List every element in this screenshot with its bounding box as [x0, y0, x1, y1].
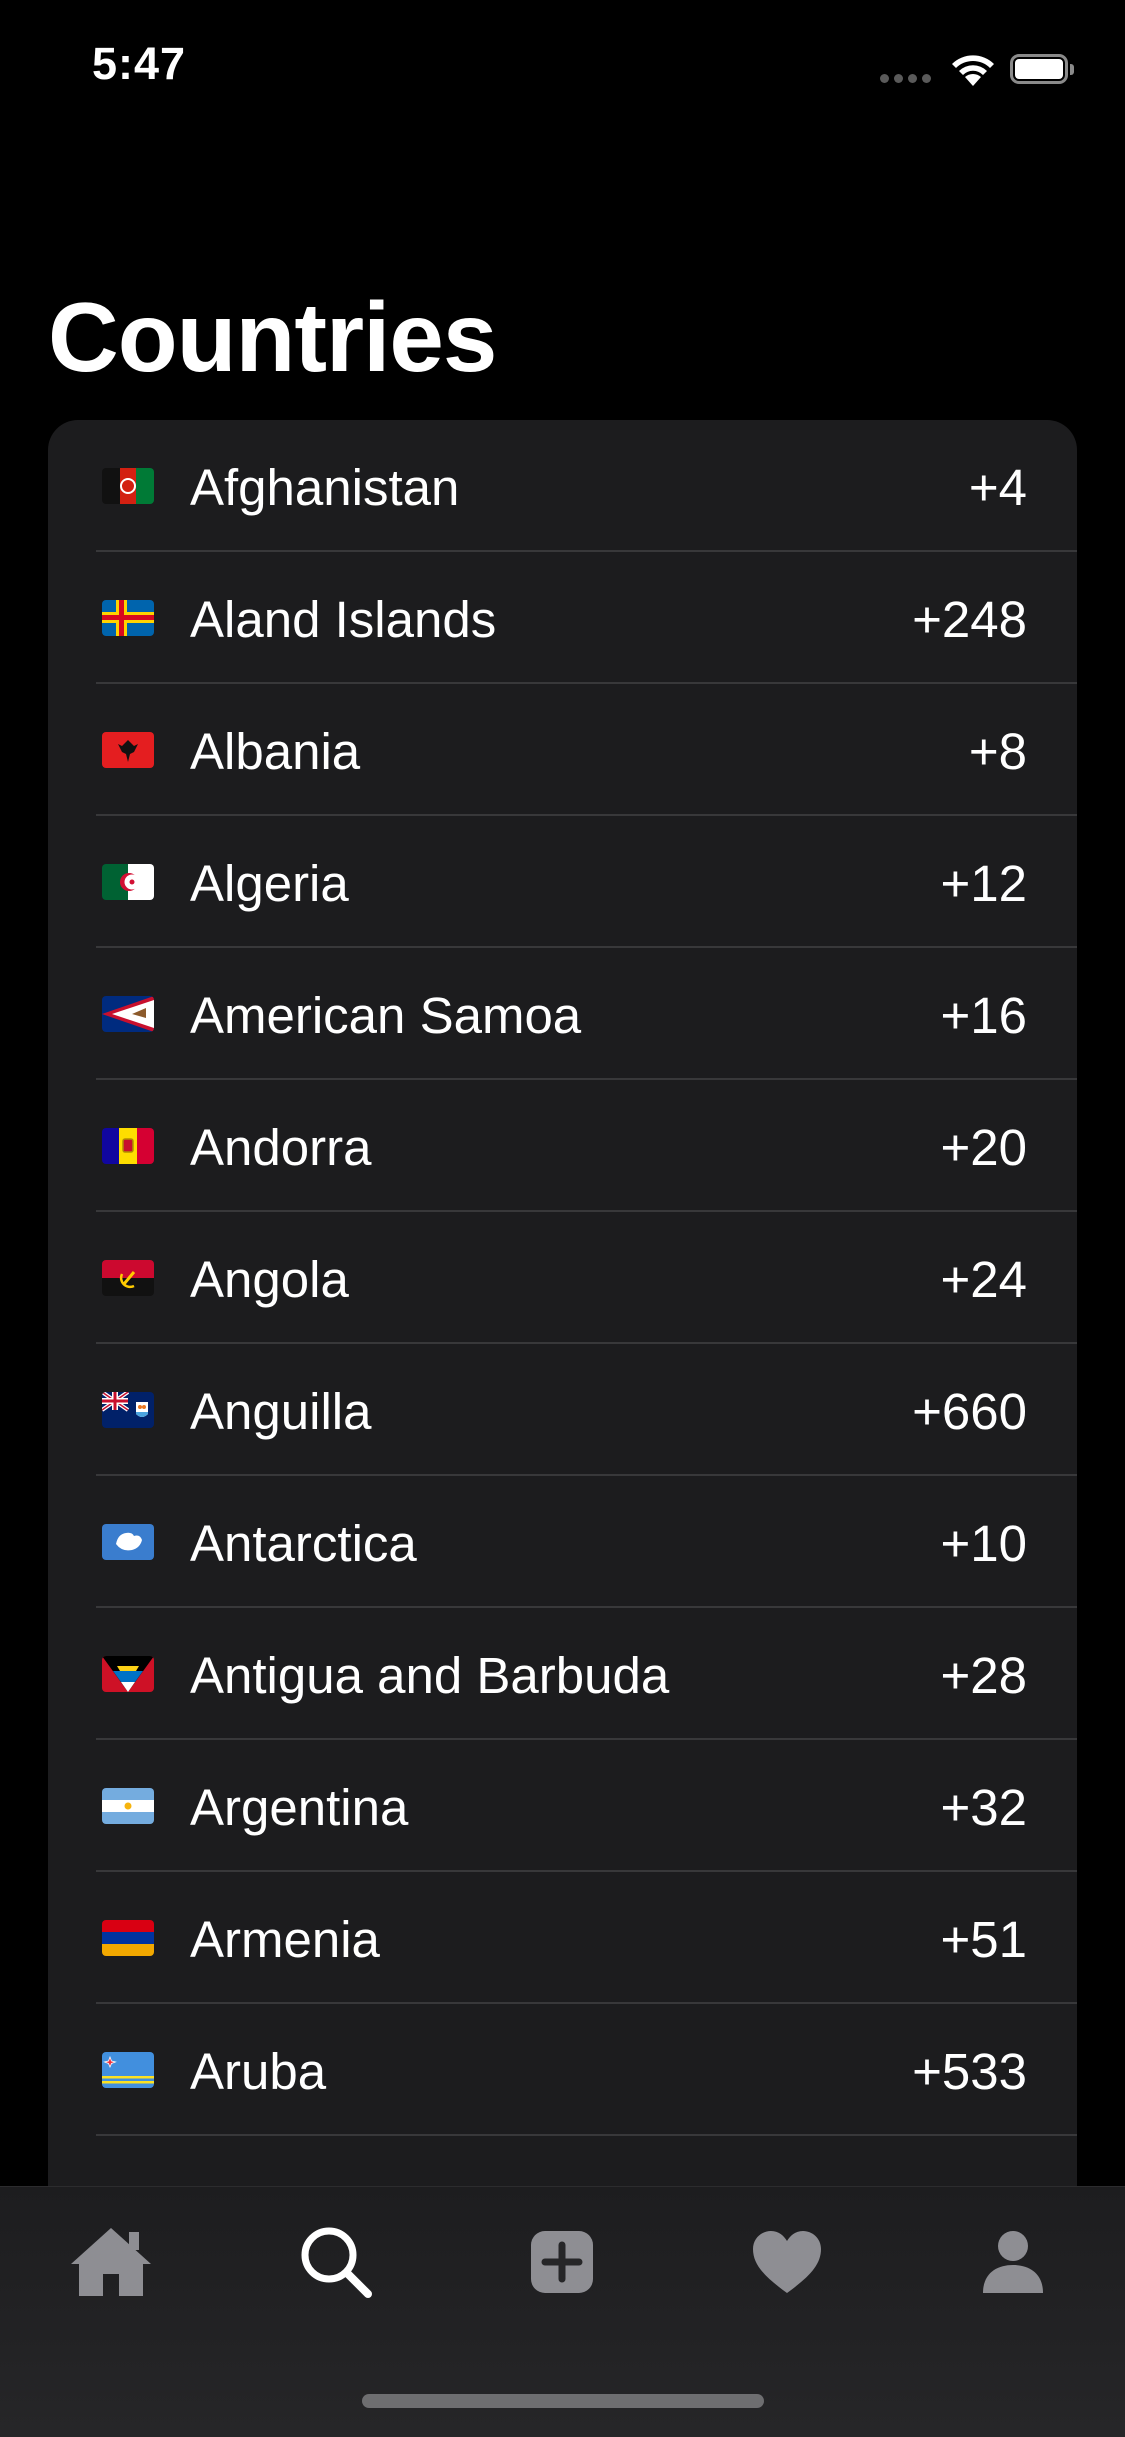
search-icon — [301, 2227, 372, 2298]
country-name: Angola — [190, 1251, 349, 1308]
country-row-armenia[interactable]: Armenia +51 — [48, 1872, 1077, 2004]
dial-code: +28 — [940, 1647, 1027, 1704]
country-name: Anguilla — [190, 1383, 372, 1440]
andorra-flag-icon — [102, 1128, 154, 1164]
aruba-flag-icon — [102, 2052, 154, 2088]
status-time: 5:47 — [92, 38, 187, 89]
heart-icon — [753, 2231, 821, 2293]
country-row-aruba[interactable]: Aruba +533 — [48, 2004, 1077, 2136]
country-row-albania[interactable]: Albania +8 — [48, 684, 1077, 816]
wifi-icon — [948, 50, 998, 86]
afghanistan-flag-icon — [102, 468, 154, 504]
angola-flag-icon — [102, 1260, 154, 1296]
profile-icon — [983, 2231, 1043, 2293]
algeria-flag-icon — [102, 864, 154, 900]
dial-code: +24 — [940, 1251, 1027, 1308]
country-row-andorra[interactable]: Andorra +20 — [48, 1080, 1077, 1212]
tab-home[interactable] — [51, 2207, 171, 2317]
dial-code: +16 — [940, 987, 1027, 1044]
status-bar: 5:47 — [0, 0, 1125, 132]
add-icon — [531, 2231, 593, 2293]
dial-code: +12 — [940, 855, 1027, 912]
armenia-flag-icon — [102, 1920, 154, 1956]
dial-code: +8 — [968, 723, 1027, 780]
american-samoa-flag-icon — [102, 996, 154, 1032]
country-name: Antigua and Barbuda — [190, 1647, 670, 1704]
dial-code: +20 — [940, 1119, 1027, 1176]
dial-code: +10 — [940, 1515, 1027, 1572]
country-name: Algeria — [190, 855, 349, 912]
dial-code: +32 — [940, 1779, 1027, 1836]
dial-code: +533 — [912, 2043, 1027, 2100]
country-row-afghanistan[interactable]: Afghanistan +4 — [48, 420, 1077, 552]
albania-flag-icon — [102, 732, 154, 768]
country-name: Andorra — [190, 1119, 372, 1176]
tab-add[interactable] — [502, 2207, 622, 2317]
dial-code: +51 — [940, 1911, 1027, 1968]
country-row-argentina[interactable]: Argentina +32 — [48, 1740, 1077, 1872]
row-separator — [96, 2134, 1077, 2136]
page-title: Countries — [48, 282, 497, 392]
country-row-aland-islands[interactable]: Aland Islands +248 — [48, 552, 1077, 684]
country-row-angola[interactable]: Angola +24 — [48, 1212, 1077, 1344]
country-row-antigua-barbuda[interactable]: Antigua and Barbuda +28 — [48, 1608, 1077, 1740]
country-name: American Samoa — [190, 987, 582, 1044]
country-list[interactable]: Afghanistan +4 Aland Islands +248 Albani… — [48, 420, 1077, 2320]
antigua-barbuda-flag-icon — [102, 1656, 154, 1692]
home-icon — [71, 2228, 151, 2296]
country-row-anguilla[interactable]: Anguilla +660 — [48, 1344, 1077, 1476]
country-name: Armenia — [190, 1911, 380, 1968]
country-name: Albania — [190, 723, 361, 780]
country-name: Argentina — [190, 1779, 409, 1836]
country-row-american-samoa[interactable]: American Samoa +16 — [48, 948, 1077, 1080]
country-name: Antarctica — [190, 1515, 417, 1572]
anguilla-flag-icon — [102, 1392, 154, 1428]
country-row-algeria[interactable]: Algeria +12 — [48, 816, 1077, 948]
tab-profile[interactable] — [953, 2207, 1073, 2317]
country-name: Aland Islands — [190, 591, 497, 648]
argentina-flag-icon — [102, 1788, 154, 1824]
tab-favorites[interactable] — [727, 2207, 847, 2317]
antarctica-flag-icon — [102, 1524, 154, 1560]
country-name: Afghanistan — [190, 459, 460, 516]
country-name: Aruba — [190, 2043, 327, 2100]
dial-code: +660 — [912, 1383, 1027, 1440]
country-row-antarctica[interactable]: Antarctica +10 — [48, 1476, 1077, 1608]
dial-code: +4 — [968, 459, 1027, 516]
cellular-signal-icon — [880, 74, 934, 84]
tab-search[interactable] — [276, 2207, 396, 2317]
aland-islands-flag-icon — [102, 600, 154, 636]
dial-code: +248 — [912, 591, 1027, 648]
battery-icon — [1010, 54, 1074, 86]
home-indicator — [362, 2394, 764, 2408]
